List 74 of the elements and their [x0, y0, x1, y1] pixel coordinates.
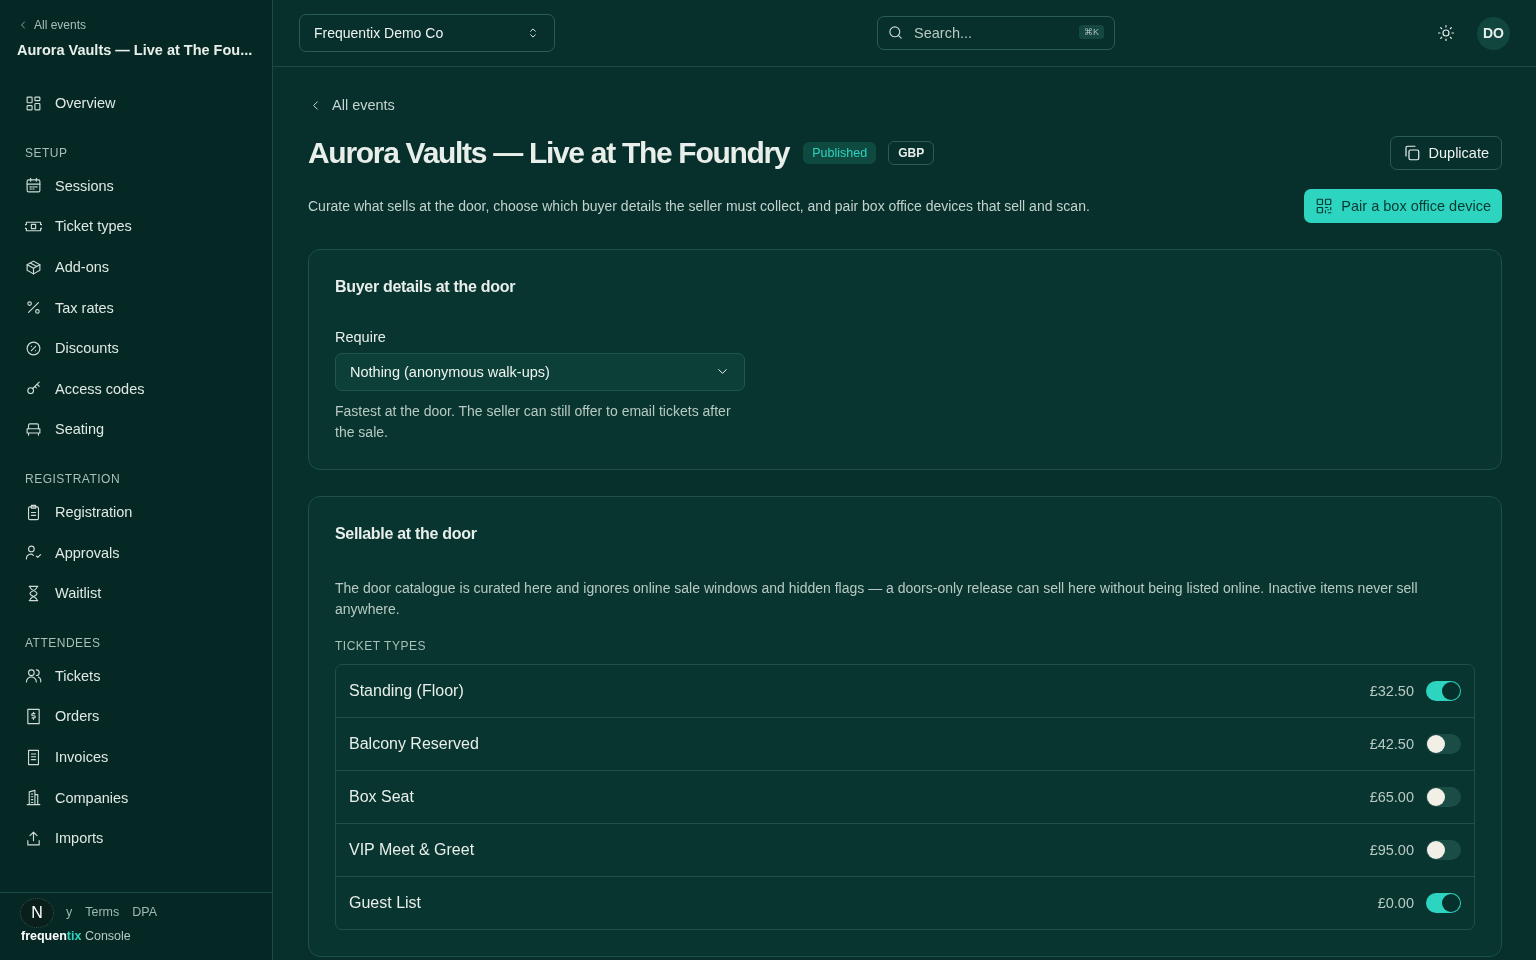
- upload-icon: [25, 829, 42, 847]
- copy-icon: [1402, 143, 1421, 162]
- field-label: Require: [335, 328, 387, 345]
- footer-link[interactable]: DPA: [132, 905, 158, 919]
- ticket-price: £0.00: [1377, 894, 1414, 911]
- dev-badge[interactable]: N: [20, 898, 54, 928]
- users-icon: [25, 667, 42, 685]
- ticket-name: Guest List: [349, 893, 423, 912]
- sidebar-item[interactable]: Tickets: [25, 655, 260, 697]
- ticket-name: Balcony Reserved: [349, 734, 480, 753]
- ticket-price: £32.50: [1369, 682, 1414, 699]
- ticket-name: VIP Meet & Greet: [349, 840, 476, 859]
- percent-icon: [25, 299, 42, 317]
- box-icon: [25, 258, 42, 276]
- group-heading: TICKET TYPES: [335, 638, 427, 653]
- clipboard-icon: [25, 503, 42, 521]
- section-heading: SETUP: [25, 145, 69, 160]
- sidebar-item[interactable]: Access codes: [25, 368, 260, 410]
- help-text: Fastest at the door. The seller can still offer to email tickets after the sale.: [335, 401, 732, 442]
- section-heading: ATTENDEES: [25, 635, 102, 650]
- card-description: The door catalogue is curated here and ignores online sale windows and hidden flags — a doors-only release can sell here without being listed online. Inactive items never sell anywhere.: [335, 578, 1419, 619]
- search-icon: [887, 24, 904, 41]
- sidebar-item[interactable]: Companies: [25, 777, 260, 818]
- event-title: Aurora Vaults — Live at The Fou...: [17, 42, 253, 58]
- brand-name: frequentix Console: [21, 929, 132, 943]
- sidebar-item[interactable]: Approvals: [25, 532, 260, 573]
- doc-icon: [25, 748, 42, 766]
- toggle-switch[interactable]: [1426, 786, 1461, 807]
- card-title: Buyer details at the door: [335, 277, 517, 296]
- sidebar-item[interactable]: Seating: [25, 409, 260, 450]
- sidebar-item[interactable]: Tax rates: [25, 287, 260, 328]
- footer-link[interactable]: Terms: [85, 905, 120, 919]
- sidebar-item[interactable]: Waitlist: [25, 572, 260, 614]
- grid-icon: [25, 94, 42, 112]
- back-link[interactable]: All events: [17, 18, 87, 32]
- ticket-name: Standing (Floor): [349, 681, 465, 700]
- back-link[interactable]: All events: [308, 97, 395, 113]
- toggle-switch[interactable]: [1426, 733, 1461, 754]
- building-icon: [25, 789, 42, 807]
- toggle-switch[interactable]: [1426, 680, 1461, 701]
- sun-icon[interactable]: [1437, 24, 1455, 42]
- usercheck-icon: [25, 544, 42, 562]
- toggle-switch[interactable]: [1426, 892, 1461, 913]
- page-title: Aurora Vaults — Live at The Foundry: [308, 135, 790, 170]
- sidebar-item[interactable]: Imports: [25, 817, 260, 859]
- ticket-price: £42.50: [1369, 735, 1414, 752]
- ticket-name: Box Seat: [349, 787, 415, 806]
- card-title: Sellable at the door: [335, 524, 478, 543]
- sidebar-item[interactable]: Overview: [25, 83, 260, 124]
- duplicate-button[interactable]: Duplicate: [1389, 135, 1502, 170]
- ticket-price: £65.00: [1369, 788, 1414, 805]
- shortcut-hint: ⌘K: [1079, 25, 1104, 39]
- pair-device-button[interactable]: Pair a box office device: [1304, 188, 1502, 223]
- sidebar-item[interactable]: Ticket types: [25, 206, 260, 247]
- seat-icon: [25, 420, 42, 438]
- calendar-icon: [25, 177, 42, 195]
- section-heading: REGISTRATION: [25, 471, 122, 486]
- currency-badge: GBP: [888, 140, 935, 165]
- user-avatar[interactable]: DO: [1477, 16, 1510, 50]
- sidebar-item[interactable]: Discounts: [25, 327, 260, 369]
- org-selector[interactable]: Frequentix Demo Co: [299, 14, 555, 52]
- sidebar-item[interactable]: Add-ons: [25, 246, 260, 288]
- toggle-switch[interactable]: [1426, 839, 1461, 860]
- qr-code-icon: [1315, 196, 1334, 215]
- sidebar-item[interactable]: Orders: [25, 696, 260, 737]
- ticket-price: £95.00: [1369, 841, 1414, 858]
- footer-link[interactable]: y: [66, 905, 73, 919]
- page-description: Curate what sells at the door, choose which buyer details the seller must collect, and pair box office devices that sell and scan.: [308, 197, 1090, 214]
- require-select[interactable]: Nothing (anonymous walk-ups): [335, 352, 745, 391]
- sidebar-item[interactable]: Sessions: [25, 165, 260, 207]
- sidebar-item[interactable]: Registration: [25, 491, 260, 533]
- receipt-icon: [25, 707, 42, 725]
- status-badge: Published: [803, 141, 877, 164]
- sidebar-item[interactable]: Invoices: [25, 736, 260, 778]
